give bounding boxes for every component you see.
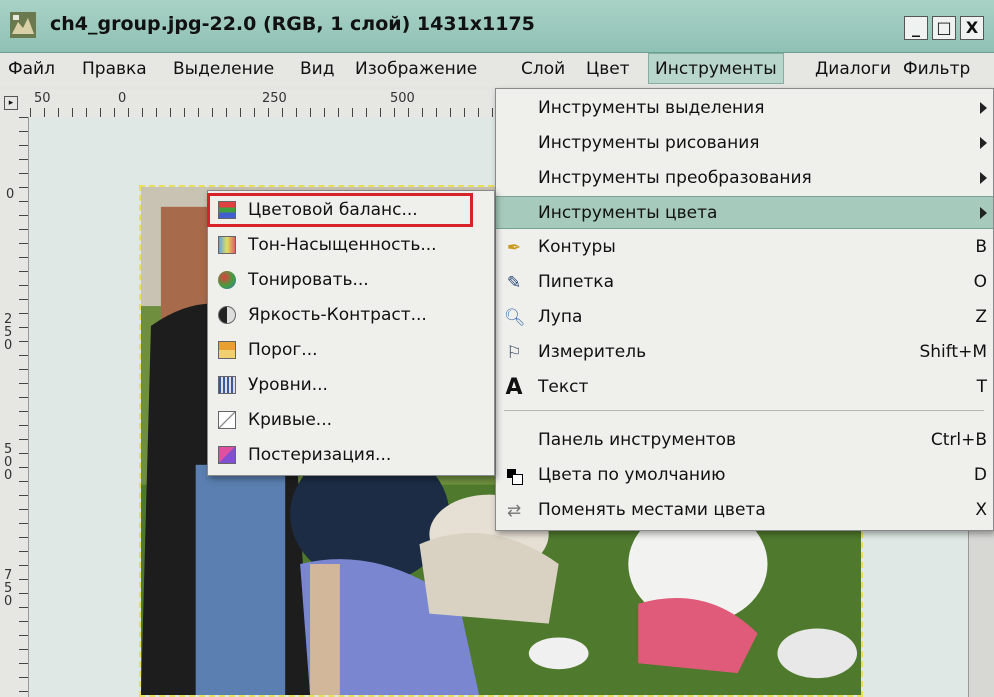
menubar: Файл Правка Выделение Вид Изображение Сл… xyxy=(0,53,994,87)
vertical-ruler: 0 250 500 750 xyxy=(0,117,29,697)
menu-item-label: Инструменты цвета xyxy=(538,203,718,223)
brightness-contrast-icon xyxy=(218,306,236,324)
swap-colors-icon: ⇄ xyxy=(506,501,522,521)
highlight-callout xyxy=(207,193,473,227)
shortcut: Z xyxy=(975,307,987,327)
submenu-arrow-icon xyxy=(980,137,987,149)
shortcut: Shift+M xyxy=(919,342,987,362)
menu-item-magnify[interactable]: 🔍︎ Лупа Z xyxy=(496,301,993,334)
menu-item-label: Инструменты преобразования xyxy=(538,168,812,188)
menu-item-label: Текст xyxy=(538,377,589,397)
submenu-arrow-icon xyxy=(980,172,987,184)
menu-dialogs[interactable]: Диалоги xyxy=(815,59,891,79)
menu-item-swap-colors[interactable]: ⇄ Поменять местами цвета X xyxy=(496,494,993,527)
submenu-item-threshold[interactable]: Порог... xyxy=(208,333,494,367)
measure-icon: ⚐ xyxy=(506,343,522,363)
menu-item-paths[interactable]: ✒ Контуры B xyxy=(496,231,993,264)
menu-colors[interactable]: Цвет xyxy=(586,59,630,79)
submenu-item-levels[interactable]: Уровни... xyxy=(208,368,494,402)
shortcut: B xyxy=(975,237,987,257)
menu-item-label: Поменять местами цвета xyxy=(538,500,766,520)
tools-menu: Инструменты выделения Инструменты рисова… xyxy=(495,88,994,531)
submenu-item-label: Уровни... xyxy=(248,375,328,395)
shortcut: O xyxy=(973,272,987,292)
magnify-icon: 🔍︎ xyxy=(504,308,526,328)
submenu-item-label: Порог... xyxy=(248,340,318,360)
menu-item-transform-tools[interactable]: Инструменты преобразования xyxy=(496,162,993,195)
menu-image[interactable]: Изображение xyxy=(355,59,477,79)
submenu-item-label: Кривые... xyxy=(248,410,333,430)
title-bar: ch4_group.jpg-22.0 (RGB, 1 слой) 1431x11… xyxy=(0,0,994,53)
close-button[interactable]: X xyxy=(960,16,984,40)
ruler-label: 750 xyxy=(4,568,13,609)
submenu-item-label: Тон-Насыщенность... xyxy=(248,235,437,255)
ruler-label: 250 xyxy=(4,312,13,353)
menu-filters[interactable]: Фильтр xyxy=(903,59,970,79)
paths-icon: ✒ xyxy=(506,238,522,258)
menu-item-label: Пипетка xyxy=(538,272,614,292)
horizontal-ruler: ▸ 50 0 250 500 xyxy=(0,89,500,118)
menu-item-label: Цвета по умолчанию xyxy=(538,465,726,485)
maximize-button[interactable]: □ xyxy=(932,16,956,40)
submenu-item-posterize[interactable]: Постеризация... xyxy=(208,438,494,472)
menu-item-label: Лупа xyxy=(538,307,583,327)
gimp-app-icon xyxy=(10,12,36,38)
ruler-ticks xyxy=(30,108,500,117)
menu-tools[interactable]: Инструменты xyxy=(648,53,784,84)
menu-item-toolbox[interactable]: Панель инструментов Ctrl+B xyxy=(496,424,993,457)
menu-item-paint-tools[interactable]: Инструменты рисования xyxy=(496,127,993,160)
ruler-label: 500 xyxy=(4,442,13,483)
menu-item-label: Измеритель xyxy=(538,342,647,362)
menu-item-label: Инструменты рисования xyxy=(538,133,760,153)
submenu-item-brightness-contrast[interactable]: Яркость-Контраст... xyxy=(208,298,494,332)
submenu-item-colorize[interactable]: Тонировать... xyxy=(208,263,494,297)
menu-layer[interactable]: Слой xyxy=(521,59,565,79)
submenu-item-hue-saturation[interactable]: Тон-Насыщенность... xyxy=(208,228,494,262)
menu-item-label: Инструменты выделения xyxy=(538,98,765,118)
menu-separator xyxy=(504,410,984,411)
shortcut: T xyxy=(976,377,987,397)
curves-icon xyxy=(218,411,236,429)
ruler-ticks xyxy=(19,117,28,697)
text-icon: A xyxy=(505,375,523,400)
shortcut: Ctrl+B xyxy=(930,430,987,450)
minimize-button[interactable]: _ xyxy=(904,16,928,40)
menu-item-measure[interactable]: ⚐ Измеритель Shift+M xyxy=(496,336,993,369)
submenu-item-label: Яркость-Контраст... xyxy=(248,305,427,325)
ruler-label: 0 xyxy=(118,91,127,106)
navigate-icon[interactable]: ▸ xyxy=(4,96,18,110)
submenu-arrow-icon xyxy=(980,207,987,219)
menu-view[interactable]: Вид xyxy=(300,59,334,79)
shortcut: D xyxy=(973,465,987,485)
ruler-label: 500 xyxy=(390,91,415,106)
ruler-label: 250 xyxy=(262,91,287,106)
menu-item-default-colors[interactable]: Цвета по умолчанию D xyxy=(496,459,993,492)
levels-icon xyxy=(218,376,236,394)
ruler-label: 0 xyxy=(6,187,15,202)
submenu-item-label: Постеризация... xyxy=(248,445,392,465)
colorize-icon xyxy=(218,271,236,289)
color-tools-submenu: Цветовой баланс... Тон-Насыщенность... Т… xyxy=(207,190,495,476)
default-colors-icon xyxy=(504,466,524,486)
submenu-arrow-icon xyxy=(980,102,987,114)
menu-file[interactable]: Файл xyxy=(8,59,55,79)
ruler-label: 50 xyxy=(34,91,51,106)
menu-item-label: Контуры xyxy=(538,237,616,257)
menu-select[interactable]: Выделение xyxy=(173,59,274,79)
hue-saturation-icon xyxy=(218,236,236,254)
window-title: ch4_group.jpg-22.0 (RGB, 1 слой) 1431x11… xyxy=(50,13,535,35)
menu-item-label: Панель инструментов xyxy=(538,430,737,450)
menu-edit[interactable]: Правка xyxy=(82,59,147,79)
menu-item-color-tools[interactable]: Инструменты цвета xyxy=(496,196,993,229)
menu-item-text[interactable]: A Текст T xyxy=(496,371,993,404)
posterize-icon xyxy=(218,446,236,464)
color-picker-icon: ✎ xyxy=(506,273,522,293)
shortcut: X xyxy=(975,500,987,520)
menu-item-selection-tools[interactable]: Инструменты выделения xyxy=(496,92,993,125)
menu-item-color-picker[interactable]: ✎ Пипетка O xyxy=(496,266,993,299)
submenu-item-color-balance[interactable]: Цветовой баланс... xyxy=(207,193,494,227)
submenu-item-curves[interactable]: Кривые... xyxy=(208,403,494,437)
submenu-item-label: Тонировать... xyxy=(248,270,369,290)
threshold-icon xyxy=(218,341,236,359)
